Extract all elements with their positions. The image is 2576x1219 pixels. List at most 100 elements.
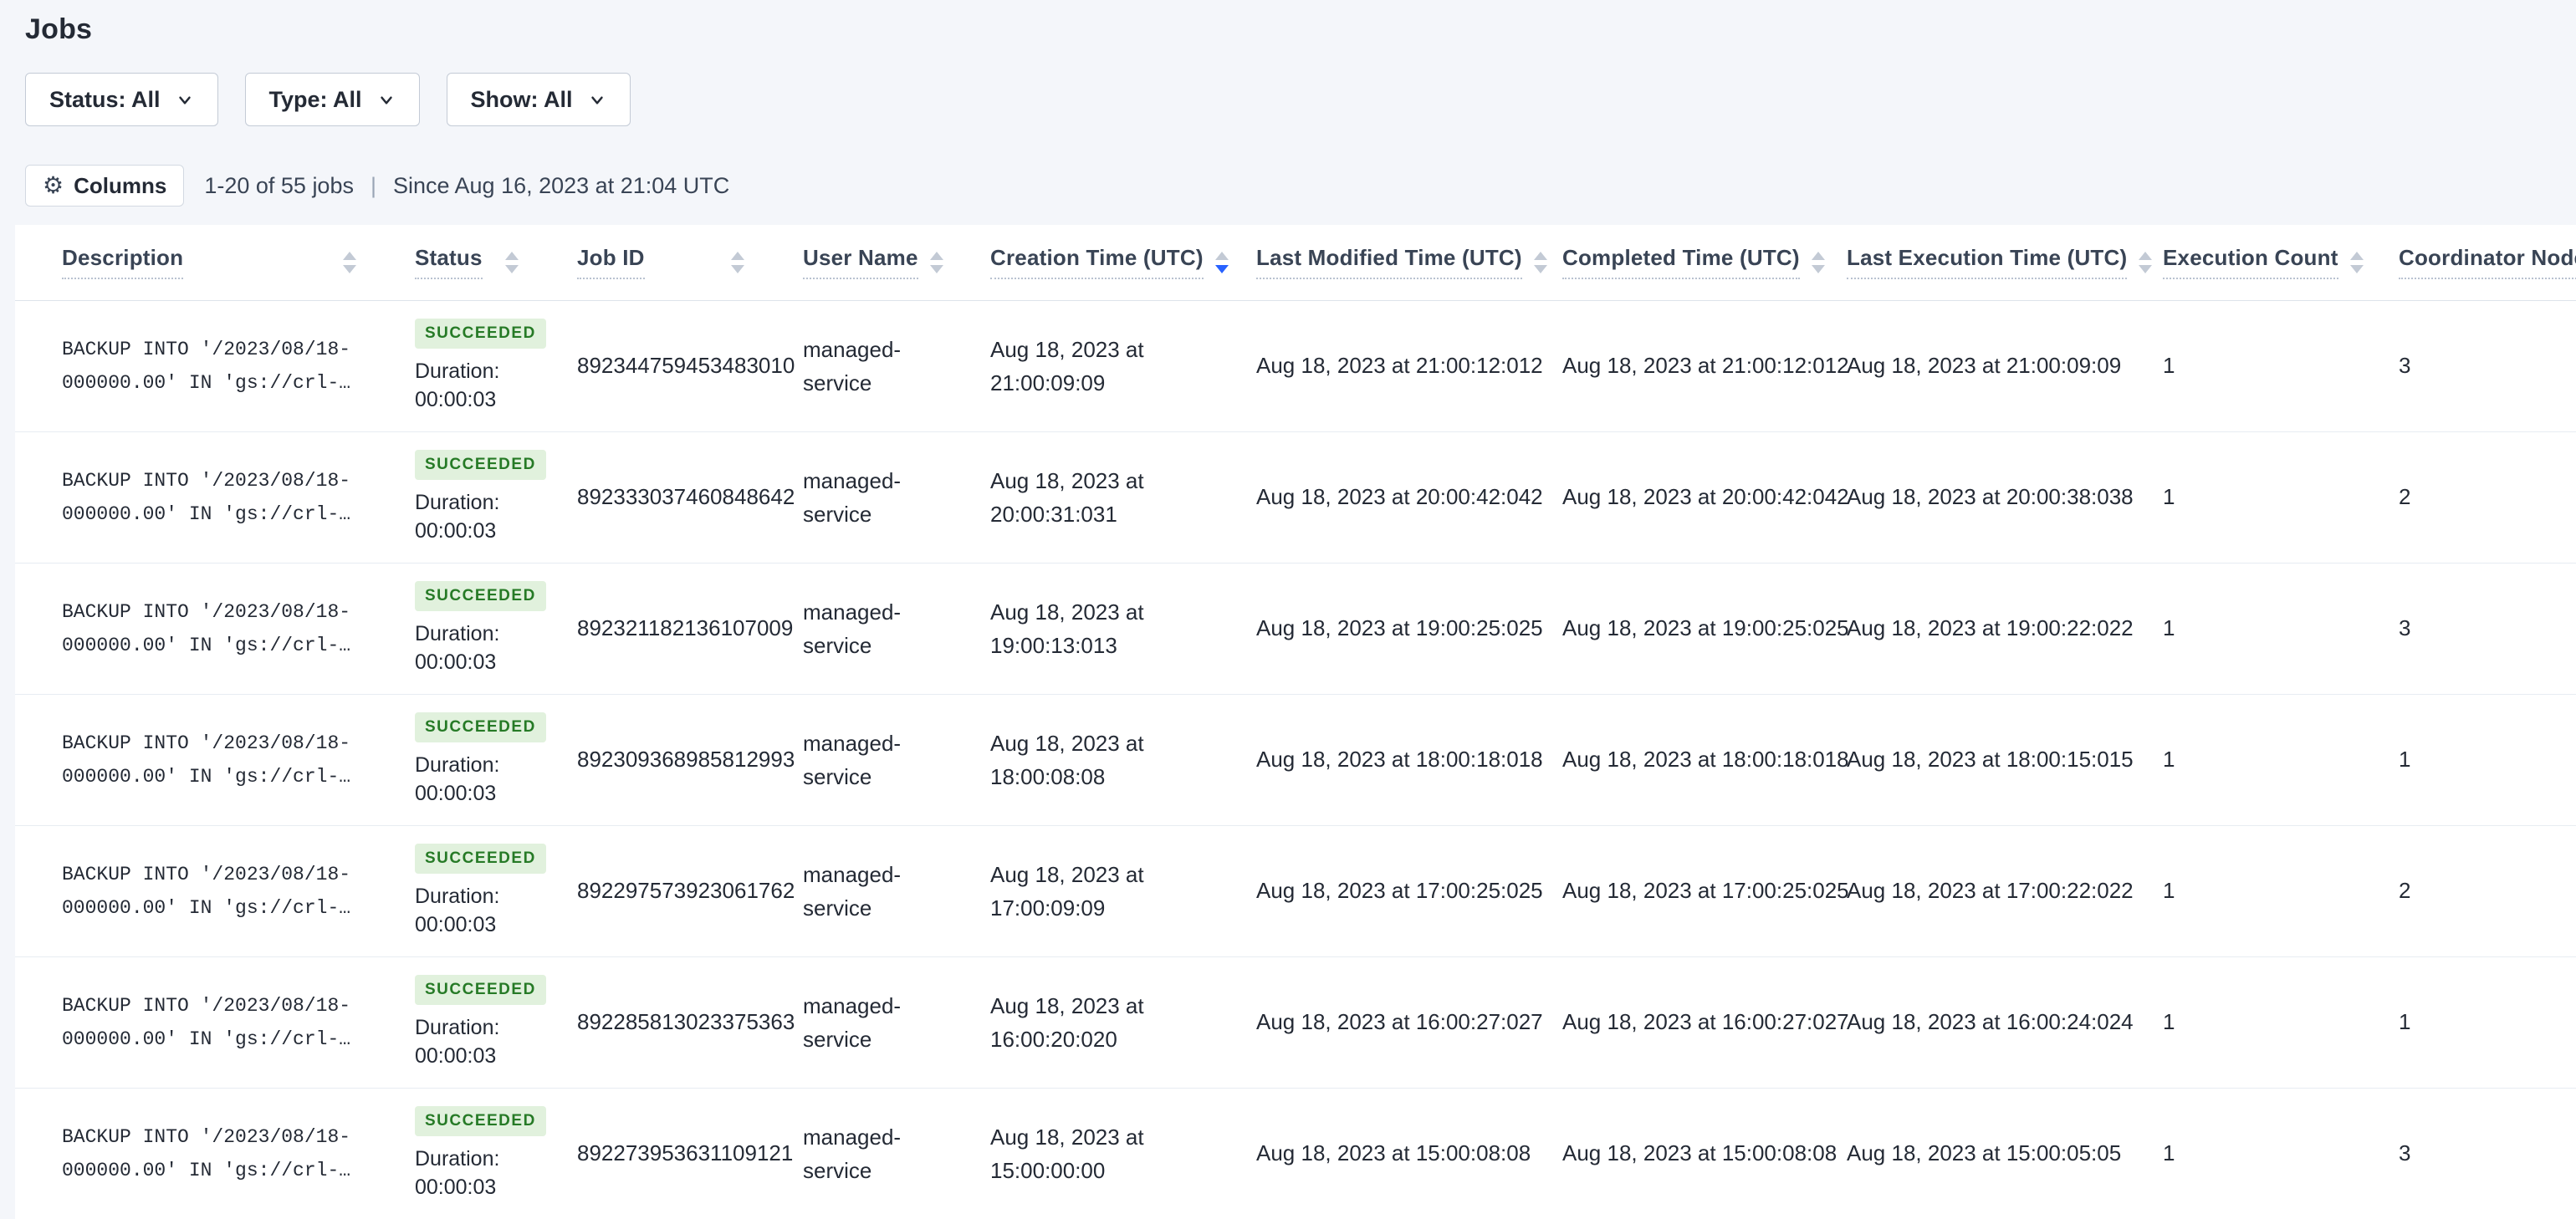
column-label: Status <box>415 245 483 280</box>
last-execution-time-cell: Aug 18, 2023 at 17:00:22:022 <box>1800 825 2134 957</box>
job-status-cell: SUCCEEDED Duration: 00:00:03 <box>368 563 546 695</box>
columns-button[interactable]: ⚙ Columns <box>25 165 185 207</box>
coordinator-node-cell: 2 <box>2352 825 2576 957</box>
type-filter-label: Type: All <box>268 86 362 112</box>
sort-icon[interactable] <box>731 251 744 273</box>
column-label: Description <box>62 245 184 280</box>
status-badge: SUCCEEDED <box>415 844 546 874</box>
duration-label: Duration: <box>415 491 500 514</box>
creation-time-cell: Aug 18, 2023 at 18:00:08:08 <box>943 694 1209 826</box>
coordinator-node-cell: 2 <box>2352 431 2576 564</box>
sort-icon[interactable] <box>2139 251 2153 273</box>
show-filter-dropdown[interactable]: Show: All <box>446 73 631 126</box>
job-id-cell: 892309368985812993 <box>530 694 795 826</box>
column-label: Creation Time (UTC) <box>990 245 1204 280</box>
creation-time-cell: Aug 18, 2023 at 15:00:00:00 <box>943 1088 1209 1219</box>
column-header-completed-time[interactable]: Completed Time (UTC) <box>1515 225 1825 301</box>
duration-label: Duration: <box>415 885 500 908</box>
completed-time-cell: Aug 18, 2023 at 21:00:12:012 <box>1515 300 1849 432</box>
last-modified-time-cell: Aug 18, 2023 at 18:00:18:018 <box>1209 694 1543 826</box>
last-execution-time-cell: Aug 18, 2023 at 15:00:05:05 <box>1800 1088 2121 1219</box>
job-id-cell: 892321182136107009 <box>530 563 793 695</box>
table-row: BACKUP INTO '/2023/08/18-000000.00' IN '… <box>15 563 2576 695</box>
job-id-cell: 892297573923061762 <box>530 825 795 957</box>
job-status-cell: SUCCEEDED Duration: 00:00:03 <box>368 825 546 957</box>
execution-count-cell: 1 <box>2116 563 2352 695</box>
sort-icon[interactable] <box>929 251 943 273</box>
sort-desc-active-icon[interactable] <box>1214 251 1229 273</box>
jobs-table-panel: Description Status Job ID User Name Crea… <box>15 225 2576 1219</box>
sort-icon[interactable] <box>343 251 356 273</box>
column-label: Completed Time (UTC) <box>1562 245 1800 280</box>
column-label: Last Modified Time (UTC) <box>1256 245 1522 280</box>
job-description-cell: BACKUP INTO '/2023/08/18-000000.00' IN '… <box>15 431 368 564</box>
job-id-cell: 892273953631109121 <box>530 1088 793 1219</box>
execution-count-cell: 1 <box>2116 694 2352 826</box>
last-execution-time-cell: Aug 18, 2023 at 18:00:15:015 <box>1800 694 2134 826</box>
job-id-cell: 892285813023375363 <box>530 956 795 1089</box>
column-label: Coordinator Node <box>2399 245 2576 280</box>
column-header-last-execution-time[interactable]: Last Execution Time (UTC) <box>1800 225 2153 301</box>
results-since: Since Aug 16, 2023 at 21:04 UTC <box>392 172 730 198</box>
type-filter-dropdown[interactable]: Type: All <box>244 73 420 126</box>
column-header-user-name[interactable]: User Name <box>756 225 943 301</box>
column-label: Job ID <box>577 245 645 280</box>
job-id-cell: 892344759453483010 <box>530 300 795 432</box>
status-filter-dropdown[interactable]: Status: All <box>25 73 218 126</box>
duration-value: 00:00:03 <box>415 388 497 411</box>
table-row: BACKUP INTO '/2023/08/18-000000.00' IN '… <box>15 956 2576 1089</box>
job-status-cell: SUCCEEDED Duration: 00:00:03 <box>368 300 546 432</box>
column-header-status[interactable]: Status <box>368 225 530 301</box>
table-header-row: Description Status Job ID User Name Crea… <box>15 225 2576 301</box>
execution-count-cell: 1 <box>2116 825 2352 957</box>
status-badge: SUCCEEDED <box>415 1106 546 1136</box>
completed-time-cell: Aug 18, 2023 at 20:00:42:042 <box>1515 431 1849 564</box>
duration-value: 00:00:03 <box>415 1176 497 1199</box>
creation-time-cell: Aug 18, 2023 at 17:00:09:09 <box>943 825 1209 957</box>
filter-bar: Status: All Type: All Show: All <box>25 73 2576 126</box>
column-header-job-id[interactable]: Job ID <box>530 225 756 301</box>
status-badge: SUCCEEDED <box>415 712 546 742</box>
creation-time-cell: Aug 18, 2023 at 16:00:20:020 <box>943 956 1209 1089</box>
job-status-cell: SUCCEEDED Duration: 00:00:03 <box>368 1088 546 1219</box>
completed-time-cell: Aug 18, 2023 at 16:00:27:027 <box>1515 956 1849 1089</box>
job-description-cell: BACKUP INTO '/2023/08/18-000000.00' IN '… <box>15 956 368 1089</box>
execution-count-cell: 1 <box>2116 431 2352 564</box>
table-toolbar: ⚙ Columns 1-20 of 55 jobs | Since Aug 16… <box>25 165 2576 207</box>
job-status-cell: SUCCEEDED Duration: 00:00:03 <box>368 956 546 1089</box>
duration-value: 00:00:03 <box>415 650 497 674</box>
duration-value: 00:00:03 <box>415 1044 497 1068</box>
columns-button-label: Columns <box>74 172 167 198</box>
column-header-last-modified-time[interactable]: Last Modified Time (UTC) <box>1209 225 1547 301</box>
creation-time-cell: Aug 18, 2023 at 21:00:09:09 <box>943 300 1209 432</box>
jobs-table: Description Status Job ID User Name Crea… <box>15 225 2576 1219</box>
job-status-cell: SUCCEEDED Duration: 00:00:03 <box>368 431 546 564</box>
results-separator: | <box>370 172 376 198</box>
column-header-description[interactable]: Description <box>15 225 368 301</box>
sort-icon[interactable] <box>2349 251 2364 273</box>
column-label: Last Execution Time (UTC) <box>1847 245 2128 280</box>
column-label: Execution Count <box>2163 245 2338 280</box>
duration-value: 00:00:03 <box>415 782 497 805</box>
job-description-cell: BACKUP INTO '/2023/08/18-000000.00' IN '… <box>15 563 368 695</box>
column-header-creation-time[interactable]: Creation Time (UTC) <box>943 225 1229 301</box>
chevron-down-icon <box>176 91 194 110</box>
sort-icon[interactable] <box>1811 251 1825 273</box>
last-modified-time-cell: Aug 18, 2023 at 19:00:25:025 <box>1209 563 1543 695</box>
table-row: BACKUP INTO '/2023/08/18-000000.00' IN '… <box>15 300 2576 432</box>
table-row: BACKUP INTO '/2023/08/18-000000.00' IN '… <box>15 825 2576 957</box>
duration-label: Duration: <box>415 622 500 645</box>
table-row: BACKUP INTO '/2023/08/18-000000.00' IN '… <box>15 694 2576 826</box>
last-execution-time-cell: Aug 18, 2023 at 21:00:09:09 <box>1800 300 2121 432</box>
chevron-down-icon <box>377 91 396 110</box>
last-execution-time-cell: Aug 18, 2023 at 16:00:24:024 <box>1800 956 2134 1089</box>
column-header-coordinator-node[interactable]: Coordinator Node <box>2352 225 2576 301</box>
sort-icon[interactable] <box>505 251 519 273</box>
last-modified-time-cell: Aug 18, 2023 at 21:00:12:012 <box>1209 300 1543 432</box>
last-execution-time-cell: Aug 18, 2023 at 19:00:22:022 <box>1800 563 2134 695</box>
sort-icon[interactable] <box>1533 251 1547 273</box>
last-modified-time-cell: Aug 18, 2023 at 17:00:25:025 <box>1209 825 1543 957</box>
page-title: Jobs <box>25 13 93 45</box>
creation-time-cell: Aug 18, 2023 at 19:00:13:013 <box>943 563 1209 695</box>
coordinator-node-cell: 1 <box>2352 956 2576 1089</box>
